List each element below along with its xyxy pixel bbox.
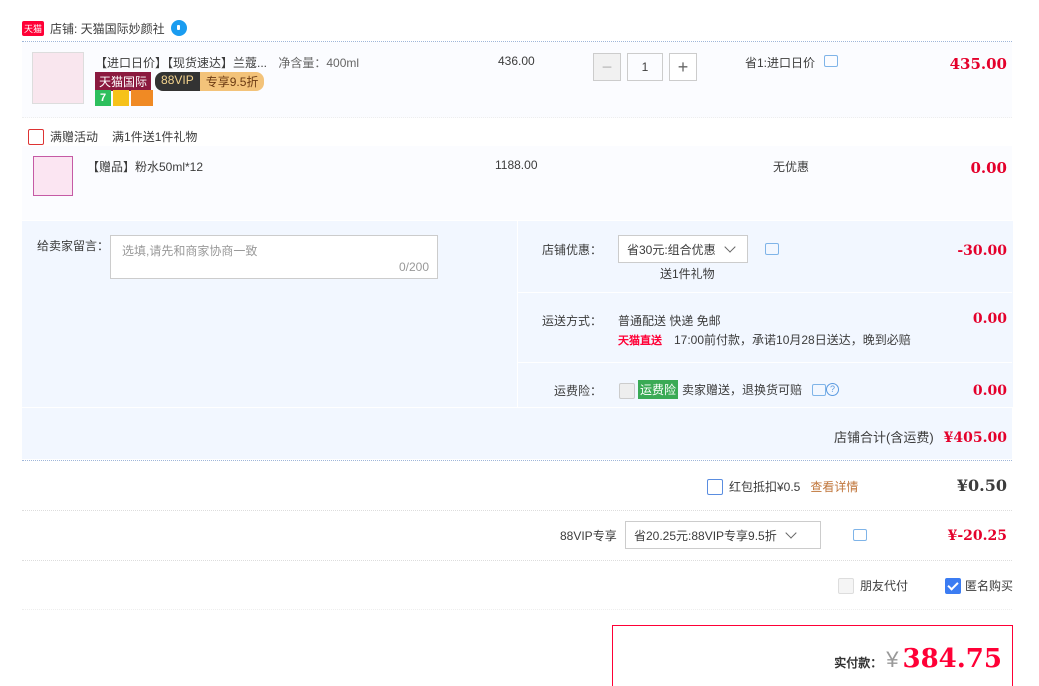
help-icon[interactable]: ?: [826, 383, 840, 396]
insurance-checkbox[interactable]: [619, 383, 635, 399]
friend-pay-option[interactable]: 朋友代付: [838, 577, 908, 594]
item-total: 435.00: [949, 55, 1007, 73]
product-title[interactable]: 【进口日价】【现货速达】兰蔻... 净含量：400ml: [95, 54, 359, 71]
chevron-down-icon: [724, 241, 736, 253]
divider: [517, 292, 1012, 293]
red-packet-amount: ¥0.50: [956, 476, 1007, 495]
seven-day-return-icon: 7: [95, 90, 111, 106]
service-icons: 7: [95, 90, 155, 106]
shop-discount-amount: -30.00: [957, 243, 1007, 259]
divider: [22, 609, 1012, 610]
divider: [517, 362, 1012, 363]
tmall-intl-badge: 天猫国际: [95, 72, 152, 91]
payment-amount: 384.75: [902, 644, 1002, 674]
shop-discount-select[interactable]: 省30元:组合优惠: [618, 235, 748, 263]
payment-summary: 实付款： ¥ 384.75: [612, 625, 1013, 686]
insurance-badge: 运费险: [638, 380, 679, 399]
message-textarea[interactable]: 选填,请先和商家协商一致 0/200: [110, 235, 438, 279]
gift-icon: [28, 128, 44, 145]
gift-note: 送1件礼物: [660, 267, 715, 281]
decrease-button[interactable]: −: [593, 53, 621, 81]
divider: [22, 510, 1012, 511]
wangwang-chat-icon[interactable]: [170, 20, 187, 36]
anonymous-checkbox[interactable]: [945, 577, 961, 594]
vip-badge: 88VIP: [155, 72, 200, 91]
insurance-label: 运费险：: [554, 384, 603, 398]
tmall-direct-badge: 天猫直送: [618, 334, 662, 347]
divider: [22, 407, 1012, 408]
gift-thumbnail[interactable]: [33, 156, 73, 196]
unit-price: 436.00: [498, 54, 535, 68]
shipping-promise: 天猫直送 17:00前付款，承诺10月28日送达，晚到必赔: [618, 333, 911, 347]
increase-button[interactable]: +: [669, 53, 697, 81]
gift-promo: 无优惠: [773, 160, 810, 174]
chat-icon[interactable]: [853, 529, 868, 541]
divider: [22, 460, 1012, 461]
quantity-input[interactable]: 1: [627, 53, 663, 81]
chevron-down-icon: [785, 527, 797, 539]
divider: [22, 117, 1012, 118]
product-badges: 天猫国际 88VIP 专享9.5折: [95, 72, 265, 91]
chat-icon[interactable]: [812, 383, 827, 396]
gift-activity: 满赠活动 满1件送1件礼物: [28, 128, 197, 145]
insurance-amount: 0.00: [972, 383, 1007, 399]
gift-total: 0.00: [970, 159, 1007, 177]
divider: [22, 560, 1012, 561]
friend-pay-checkbox[interactable]: [838, 577, 854, 594]
tmall-tag: 天猫: [22, 20, 45, 36]
shipping-amount: 0.00: [972, 311, 1007, 327]
product-thumbnail[interactable]: [32, 52, 84, 104]
gift-price: 1188.00: [495, 158, 538, 172]
vip-amount: ¥-20.25: [947, 528, 1007, 544]
shipping-label: 运送方式：: [542, 314, 603, 328]
shop-total: 店铺合计(含运费) ¥405.00: [834, 430, 1007, 446]
red-packet-row: 红包抵扣¥0.5 查看详情: [707, 478, 858, 495]
anonymous-option[interactable]: 匿名购买: [945, 577, 1013, 594]
insurance-info: 运费险 卖家赠送，退换货可赔 ?: [638, 380, 840, 399]
message-label: 给卖家留言：: [37, 239, 110, 253]
shield-icon: [113, 90, 129, 106]
chat-icon[interactable]: [824, 55, 839, 67]
item-promo: 省1:进口日价: [745, 54, 839, 71]
shop-header: 天猫 店铺: 天猫国际妙颜社: [22, 16, 187, 40]
card-icon: [131, 90, 153, 106]
shop-discount-label: 店铺优惠：: [542, 243, 603, 257]
shipping-method: 普通配送 快递 免邮: [618, 314, 721, 328]
vip-discount-badge: 专享9.5折: [199, 72, 265, 91]
currency-symbol: ¥: [886, 647, 899, 672]
payment-label: 实付款：: [834, 656, 883, 670]
vip-label: 88VIP专享: [560, 529, 617, 543]
chat-icon[interactable]: [765, 243, 779, 255]
shop-name[interactable]: 店铺: 天猫国际妙颜社: [50, 20, 165, 37]
gift-title[interactable]: 【赠品】粉水50ml*12: [87, 158, 203, 175]
quantity-stepper[interactable]: − 1 +: [593, 53, 697, 81]
vip-discount-select[interactable]: 省20.25元:88VIP专享9.5折: [625, 521, 821, 549]
view-details-link[interactable]: 查看详情: [810, 478, 858, 495]
char-count: 0/200: [398, 260, 429, 274]
red-packet-checkbox[interactable]: [707, 478, 723, 495]
